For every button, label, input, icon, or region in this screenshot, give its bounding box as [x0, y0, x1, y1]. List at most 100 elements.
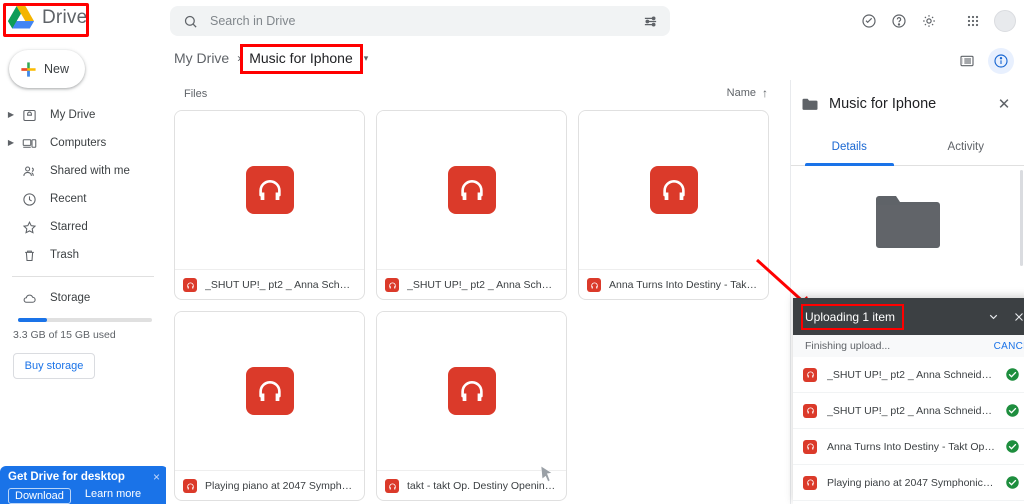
expand-caret-icon[interactable]: ▶: [5, 139, 17, 147]
sidebar-item-shared-with-me[interactable]: Shared with me: [0, 157, 156, 185]
audio-file-icon: [447, 166, 496, 214]
help-icon[interactable]: [886, 8, 912, 34]
sidebar-item-recent[interactable]: Recent: [0, 185, 156, 213]
audio-file-icon: [183, 278, 197, 292]
storage-label: Storage: [50, 292, 91, 304]
sidebar-item-label: Starred: [50, 221, 88, 233]
audio-file-icon: [183, 479, 197, 493]
clock-icon: [17, 192, 41, 207]
breadcrumb-my-drive[interactable]: My Drive: [174, 50, 229, 66]
account-avatar[interactable]: [994, 10, 1016, 32]
expand-caret-icon[interactable]: ▶: [5, 111, 17, 119]
sidebar-item-label: Trash: [50, 249, 79, 261]
new-button[interactable]: New: [9, 50, 85, 88]
audio-file-icon: [803, 403, 817, 418]
details-panel-header: Music for Iphone ✕: [791, 80, 1024, 128]
details-scrollbar[interactable]: [1020, 170, 1023, 266]
audio-file-icon: [587, 278, 601, 292]
buy-storage-button[interactable]: Buy storage: [13, 353, 95, 379]
upload-item-name: _SHUT UP!_ pt2 _ Anna Schneider _ Ta...: [827, 404, 995, 417]
details-panel-title: Music for Iphone: [829, 96, 937, 112]
sort-arrow-up-icon: ↑: [762, 86, 768, 100]
upload-item-row[interactable]: Playing piano at 2047 Symphonica Par...: [793, 465, 1024, 501]
list-view-icon[interactable]: [954, 48, 980, 74]
sidebar-item-label: My Drive: [50, 109, 96, 121]
promo-learn-more-link[interactable]: Learn more: [85, 488, 141, 504]
upload-status-text: Finishing upload...: [805, 340, 891, 352]
sidebar: New ▶ My Drive ▶ Computers Shared with m…: [0, 41, 168, 504]
sidebar-item-my-drive[interactable]: ▶ My Drive: [0, 101, 156, 129]
drive-logo-icon: [8, 6, 34, 29]
upload-item-list: _SHUT UP!_ pt2 _ Anna Schneider _ Ta... _…: [793, 357, 1024, 501]
upload-done-check-icon: [1006, 440, 1019, 453]
storage-progress-bar: [18, 318, 152, 322]
audio-file-icon: [803, 475, 817, 490]
trash-icon: [17, 248, 41, 263]
promo-download-button[interactable]: Download: [8, 488, 71, 504]
sidebar-item-label: Recent: [50, 193, 87, 205]
file-card-footer: Playing piano at 2047 Symphonic...: [175, 470, 364, 500]
tab-activity[interactable]: Activity: [908, 128, 1024, 165]
close-icon[interactable]: [1006, 311, 1024, 323]
drive-brand-label: Drive: [42, 6, 88, 28]
large-folder-icon: [875, 196, 940, 248]
file-card[interactable]: _SHUT UP!_ pt2 _ Anna Schneider...: [174, 110, 365, 300]
upload-done-check-icon: [1006, 368, 1019, 381]
audio-file-icon: [245, 367, 294, 415]
upload-panel-title: Uploading 1 item: [805, 309, 896, 324]
file-grid-header: Files Name ↑: [166, 80, 790, 110]
view-toolbar: [954, 48, 1014, 74]
audio-file-icon: [803, 367, 817, 382]
upload-item-row[interactable]: _SHUT UP!_ pt2 _ Anna Schneider _ Ta...: [793, 357, 1024, 393]
upload-cancel-button[interactable]: CANCEL: [994, 341, 1024, 352]
chevron-down-icon[interactable]: [980, 310, 1006, 323]
sidebar-item-storage[interactable]: Storage: [0, 284, 156, 312]
file-name: _SHUT UP!_ pt2 _ Anna Schneider...: [205, 279, 355, 291]
breadcrumb-current-folder[interactable]: Music for Iphone: [249, 50, 353, 66]
sidebar-item-starred[interactable]: Starred: [0, 213, 156, 241]
audio-file-icon: [447, 367, 496, 415]
file-card[interactable]: _SHUT UP!_ pt2 _ Anna Schneider...: [376, 110, 567, 300]
upload-done-check-icon: [1006, 404, 1019, 417]
google-apps-grid-icon[interactable]: [960, 8, 986, 34]
promo-close-icon[interactable]: ×: [153, 470, 160, 484]
promo-title: Get Drive for desktop: [8, 471, 125, 483]
search-options-icon[interactable]: [643, 14, 658, 29]
file-card[interactable]: Anna Turns Into Destiny - Takt Op ...: [578, 110, 769, 300]
file-card-footer: _SHUT UP!_ pt2 _ Anna Schneider...: [175, 269, 364, 299]
file-card[interactable]: Playing piano at 2047 Symphonic...: [174, 311, 365, 501]
file-card[interactable]: takt - takt Op. Destiny Opening (Pi...: [376, 311, 567, 501]
upload-done-check-icon: [1006, 476, 1019, 489]
audio-file-icon: [385, 278, 399, 292]
upload-panel-header[interactable]: Uploading 1 item: [793, 298, 1024, 335]
promo-actions: Download Learn more: [8, 488, 160, 504]
audio-file-icon: [803, 439, 817, 454]
sidebar-item-computers[interactable]: ▶ Computers: [0, 129, 156, 157]
file-card-footer: takt - takt Op. Destiny Opening (Pi...: [377, 470, 566, 500]
sidebar-item-label: Shared with me: [50, 165, 130, 177]
upload-item-name: Playing piano at 2047 Symphonica Par...: [827, 476, 995, 489]
upload-item-row[interactable]: _SHUT UP!_ pt2 _ Anna Schneider _ Ta...: [793, 393, 1024, 429]
file-thumbnail: [579, 111, 768, 269]
sidebar-item-label: Computers: [50, 137, 107, 149]
file-name: _SHUT UP!_ pt2 _ Anna Schneider...: [407, 279, 557, 291]
storage-progress-fill: [18, 318, 48, 322]
search-bar[interactable]: [170, 6, 670, 36]
file-grid-area: Files Name ↑ _SHUT UP!_ pt2 _ Anna Schne…: [166, 80, 790, 504]
support-icon[interactable]: [856, 8, 882, 34]
drive-brand[interactable]: Drive: [8, 6, 87, 29]
info-icon[interactable]: [988, 48, 1014, 74]
file-grid: _SHUT UP!_ pt2 _ Anna Schneider... _SHUT …: [166, 110, 790, 501]
chevron-down-icon[interactable]: ▾: [364, 53, 369, 64]
settings-gear-icon[interactable]: [916, 8, 942, 34]
search-input[interactable]: [210, 14, 643, 28]
shared-with-me-icon: [17, 164, 41, 179]
storage-used-text: 3.3 GB of 15 GB used: [13, 329, 116, 341]
close-icon[interactable]: ✕: [994, 95, 1014, 113]
sort-control[interactable]: Name ↑: [727, 86, 768, 100]
sidebar-item-trash[interactable]: Trash: [0, 241, 156, 269]
tab-details[interactable]: Details: [791, 128, 908, 166]
upload-item-row[interactable]: Anna Turns Into Destiny - Takt Op Dest..…: [793, 429, 1024, 465]
file-name: Playing piano at 2047 Symphonic...: [205, 480, 355, 492]
file-thumbnail: [377, 312, 566, 470]
